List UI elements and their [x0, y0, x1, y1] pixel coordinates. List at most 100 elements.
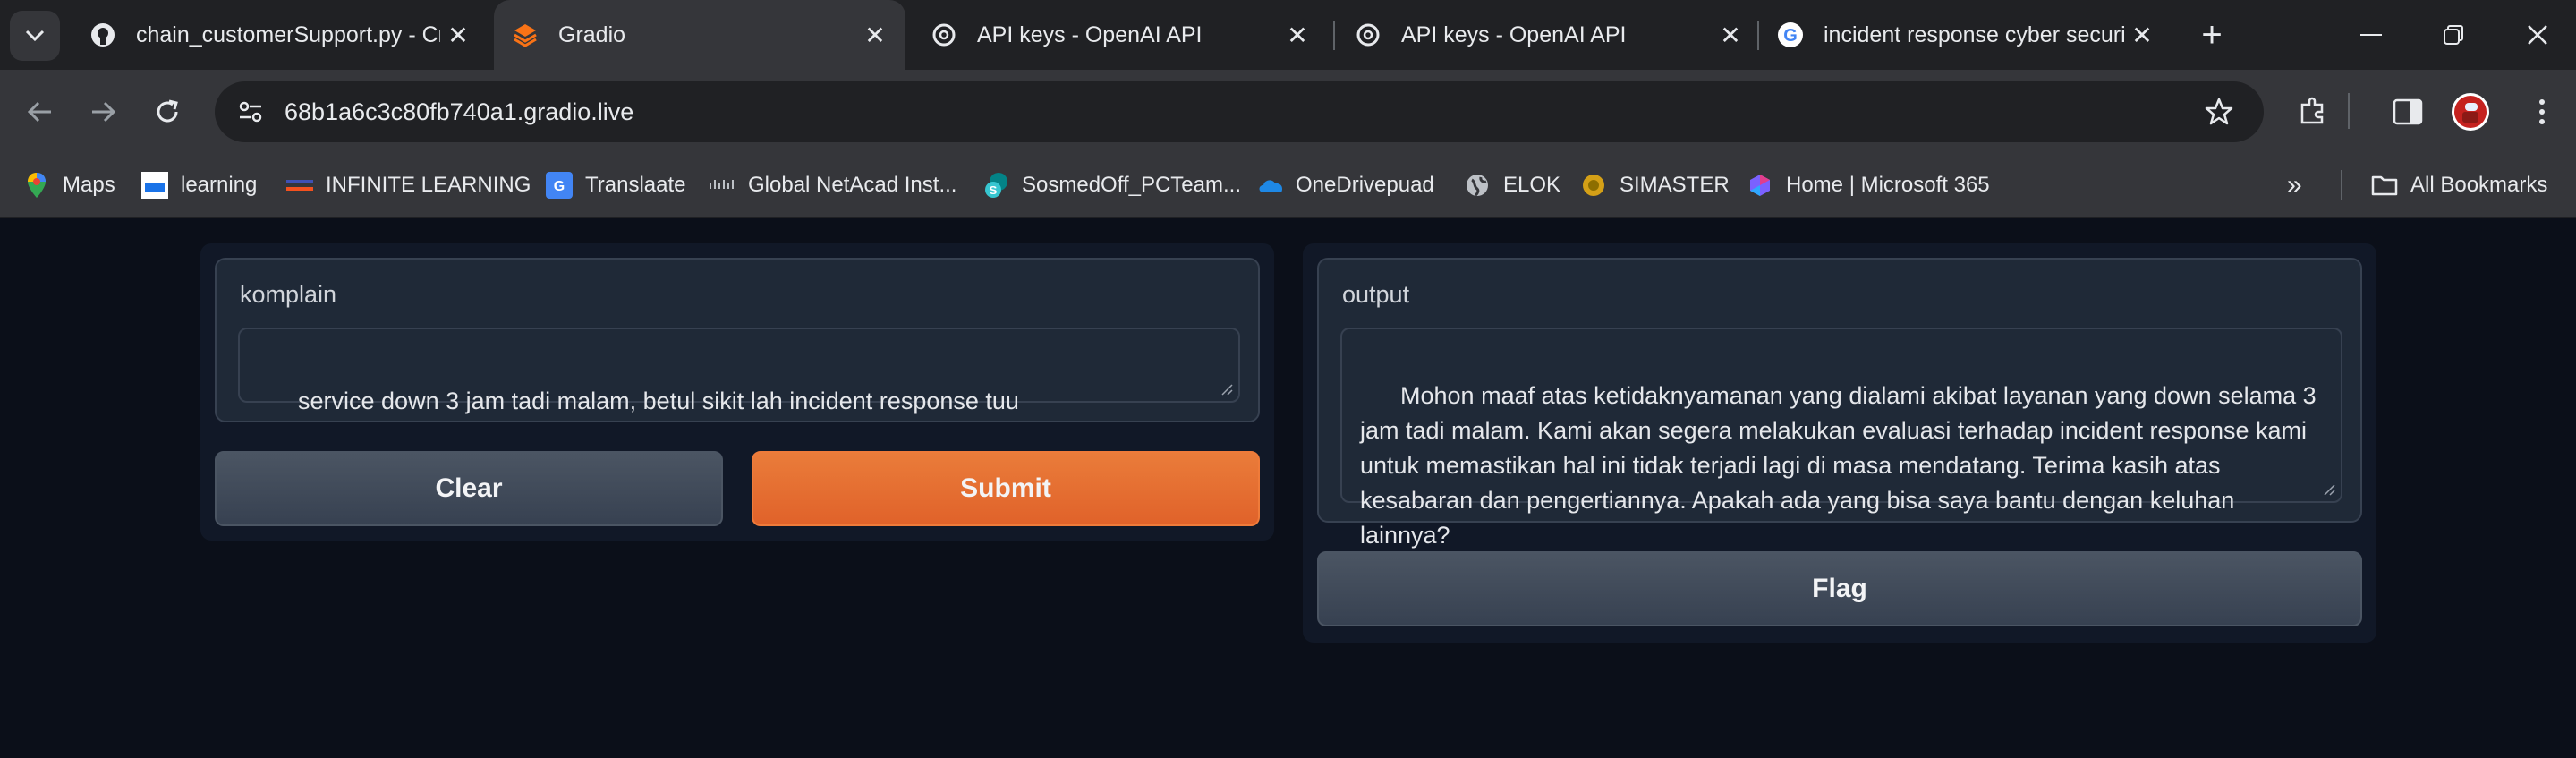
bookmark-label: OneDrivepuad — [1296, 173, 1434, 197]
url-text[interactable]: 68b1a6c3c80fb740a1.gradio.live — [285, 98, 633, 126]
tab-separator — [1333, 21, 1335, 50]
tab-gradio[interactable]: Gradio ✕ — [494, 0, 905, 70]
close-icon[interactable]: ✕ — [1279, 17, 1315, 53]
tab-separator — [1757, 21, 1759, 50]
all-bookmarks-label: All Bookmarks — [2410, 173, 2548, 197]
bookmark-learning[interactable]: learning — [141, 167, 257, 203]
toolbar-separator — [2348, 93, 2350, 129]
komplain-textarea[interactable]: service down 3 jam tadi malam, betul sik… — [238, 328, 1240, 414]
new-tab-button[interactable]: + — [2191, 14, 2232, 55]
close-icon[interactable]: ✕ — [2124, 17, 2160, 53]
svg-text:G: G — [1783, 26, 1798, 46]
reload-button[interactable] — [145, 89, 190, 134]
bookmark-simaster[interactable]: SIMASTER — [1580, 167, 1730, 203]
restore-button[interactable] — [2427, 13, 2480, 57]
microsoft365-icon — [1747, 172, 1773, 199]
bookmarks-bar: Maps learning INFINITE LEARNING G Transl… — [0, 154, 2576, 218]
close-icon[interactable]: ✕ — [440, 17, 476, 53]
bookmark-separator — [2341, 170, 2342, 200]
bookmark-label: Home | Microsoft 365 — [1786, 173, 1990, 197]
komplain-text: service down 3 jam tadi malam, betul sik… — [298, 388, 1019, 414]
close-icon — [2528, 25, 2547, 45]
site-settings-icon[interactable] — [233, 94, 268, 130]
side-panel-icon[interactable] — [2385, 89, 2430, 134]
close-icon[interactable]: ✕ — [1713, 17, 1748, 53]
sharepoint-icon: S — [982, 172, 1009, 199]
svg-text:G: G — [554, 179, 565, 194]
tab-api-keys-1[interactable]: API keys - OpenAI API ✕ — [905, 0, 1328, 70]
minimize-button[interactable] — [2344, 13, 2398, 57]
submit-button[interactable]: Submit — [752, 451, 1260, 526]
bookmark-translaate[interactable]: G Translaate — [546, 167, 686, 203]
menu-kebab-icon[interactable] — [2520, 89, 2564, 134]
bookmark-onedrivepuad[interactable]: OneDrivepuad — [1256, 167, 1434, 203]
output-textarea[interactable]: Mohon maaf atas ketidaknyamanan yang dia… — [1340, 328, 2342, 549]
profile-avatar[interactable] — [2448, 89, 2493, 134]
bookmark-label: Translaate — [585, 173, 686, 197]
bookmark-star-icon[interactable] — [2201, 94, 2237, 130]
tab-title: chain_customerSupport.py - Cr — [136, 21, 440, 47]
arrow-right-icon — [92, 101, 116, 123]
bookmark-sosmedoff[interactable]: S SosmedOff_PCTeam... — [982, 167, 1241, 203]
gradio-icon — [512, 21, 539, 48]
komplain-label: komplain — [240, 281, 337, 308]
clear-button[interactable]: Clear — [215, 451, 723, 526]
bookmark-label: INFINITE LEARNING — [326, 173, 531, 197]
flag-button[interactable]: Flag — [1317, 551, 2362, 626]
svg-text:S: S — [990, 183, 998, 197]
google-icon: G — [1777, 21, 1804, 48]
chevron-down-icon — [25, 30, 45, 42]
openai-icon — [931, 21, 957, 48]
output-label: output — [1342, 281, 1410, 308]
onedrive-icon — [1256, 172, 1283, 199]
learning-icon — [141, 172, 168, 199]
tab-title: Gradio — [558, 21, 626, 47]
close-window-button[interactable] — [2511, 13, 2564, 57]
bookmark-infinite-learning[interactable]: INFINITE LEARNING — [286, 167, 531, 203]
bookmark-label: ELOK — [1503, 173, 1561, 197]
back-button[interactable] — [18, 89, 63, 134]
bookmark-label: SIMASTER — [1620, 173, 1730, 197]
tab-title: API keys - OpenAI API — [1401, 21, 1627, 47]
infinite-learning-icon — [286, 172, 313, 199]
reload-icon — [157, 99, 178, 123]
bookmark-label: SosmedOff_PCTeam... — [1022, 173, 1241, 197]
maps-icon — [23, 172, 50, 199]
translate-icon: G — [546, 172, 573, 199]
bookmark-label: Maps — [63, 173, 115, 197]
bookmark-maps[interactable]: Maps — [23, 167, 115, 203]
resize-handle-icon[interactable] — [1219, 381, 1233, 396]
minimize-icon — [2360, 34, 2382, 36]
komplain-block: komplain service down 3 jam tadi malam, … — [215, 258, 1260, 422]
bookmark-microsoft365[interactable]: Home | Microsoft 365 — [1747, 167, 1990, 203]
tab-chain-customersupport[interactable]: chain_customerSupport.py - Cr ✕ — [61, 0, 489, 70]
resize-handle-icon[interactable] — [2321, 481, 2335, 496]
more-bookmarks-button[interactable]: » — [2287, 167, 2302, 203]
input-panel: komplain service down 3 jam tadi malam, … — [200, 243, 1274, 541]
extensions-icon[interactable] — [2291, 89, 2335, 134]
arrow-left-icon — [27, 101, 51, 123]
close-icon[interactable]: ✕ — [857, 17, 893, 53]
tab-api-keys-2[interactable]: API keys - OpenAI API ✕ — [1339, 0, 1761, 70]
output-panel: output Mohon maaf atas ketidaknyamanan y… — [1303, 243, 2376, 643]
folder-icon — [2371, 172, 2398, 199]
output-text: Mohon maaf atas ketidaknyamanan yang dia… — [1360, 382, 2324, 549]
tab-search-button[interactable] — [10, 11, 60, 61]
tab-title: API keys - OpenAI API — [977, 21, 1203, 47]
bookmark-global-netacad[interactable]: Global NetAcad Inst... — [709, 167, 956, 203]
cisco-icon — [709, 172, 735, 199]
openai-icon — [1355, 21, 1382, 48]
github-icon — [89, 21, 116, 48]
globe-icon — [1464, 172, 1491, 199]
restore-icon — [2444, 25, 2463, 45]
bookmark-label: learning — [181, 173, 258, 197]
chevron-double-right-icon: » — [2287, 170, 2302, 200]
forward-button[interactable] — [81, 89, 125, 134]
tab-incident-response[interactable]: G incident response cyber securit ✕ — [1761, 0, 2172, 70]
tab-strip: chain_customerSupport.py - Cr ✕ Gradio ✕… — [0, 0, 2576, 70]
bookmark-elok[interactable]: ELOK — [1464, 167, 1560, 203]
bookmark-label: Global NetAcad Inst... — [748, 173, 957, 197]
output-block: output Mohon maaf atas ketidaknyamanan y… — [1317, 258, 2362, 549]
all-bookmarks-button[interactable]: All Bookmarks — [2371, 167, 2547, 203]
address-bar[interactable]: 68b1a6c3c80fb740a1.gradio.live — [215, 81, 2264, 142]
